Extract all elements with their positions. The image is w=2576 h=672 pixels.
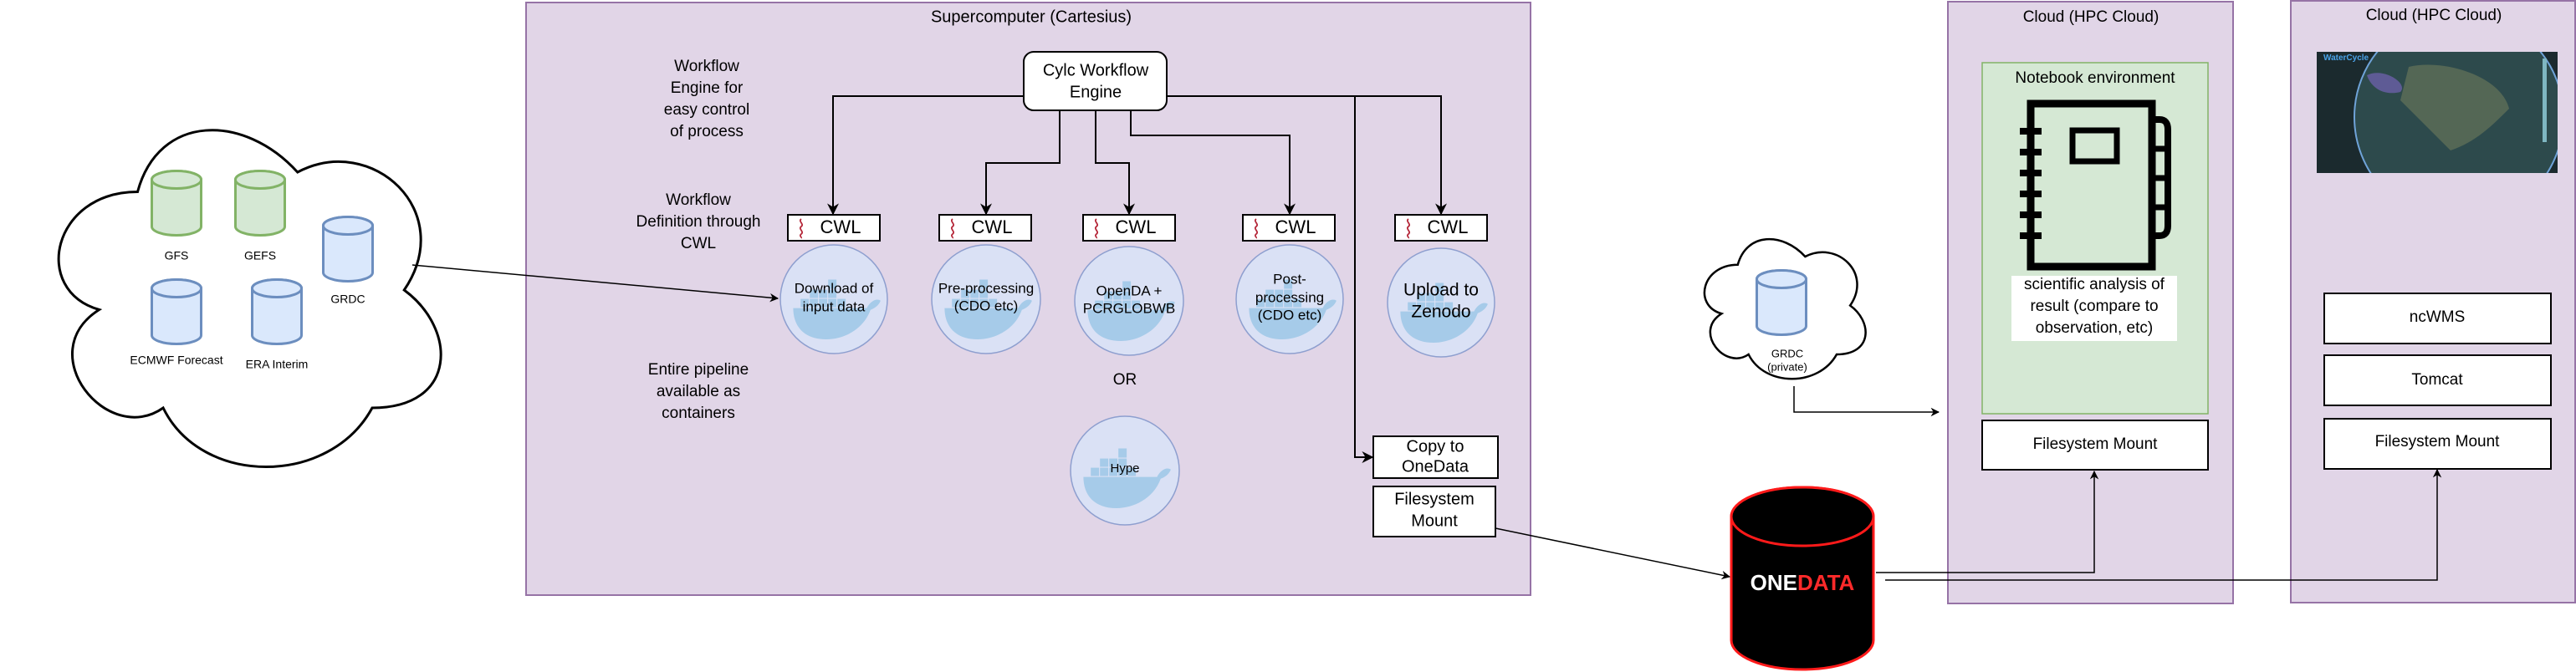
analysis-text: observation, etc) (2036, 319, 2153, 337)
engine-label-line: Engine (1070, 83, 1122, 101)
cwl-label: CWL (972, 216, 1013, 237)
note-line: of process (670, 123, 744, 140)
notebook-environment[interactable] (1981, 62, 2209, 415)
note-line: CWL (681, 235, 716, 252)
private-data-cloud: GRDC (private) (1703, 238, 1867, 380)
step-label: Post- (1273, 271, 1306, 287)
notebook-filesystem-mount-box[interactable]: Filesystem Mount (1981, 420, 2209, 471)
container-hype[interactable]: Hype (1070, 415, 1180, 526)
box-label: Tomcat (2411, 371, 2463, 389)
database-icon-era (251, 278, 303, 345)
cwl-label: CWL (820, 216, 861, 237)
ncwms-box[interactable]: ncWMS (2323, 293, 2552, 344)
box-label: ncWMS (2410, 308, 2466, 326)
step-label: processing (1255, 289, 1324, 305)
step-label: Zenodo (1411, 303, 1470, 322)
dataset-label-grdc: GRDC (330, 293, 365, 306)
box-label: Mount (1411, 512, 1458, 530)
architecture-diagram: GFS GEFS GRDC ECMWF Forecast ERA Interim… (57, 0, 2576, 671)
tomcat-box[interactable]: Tomcat (2323, 354, 2552, 406)
step-label: OpenDA + (1096, 283, 1163, 298)
analysis-text: result (compare to (2030, 298, 2158, 315)
engine-label-line: Cylc Workflow (1043, 61, 1149, 79)
note-line: available as (657, 383, 740, 400)
step-label: Download of (795, 280, 874, 296)
dataset-label: (private) (1767, 360, 1807, 373)
note-line: Engine for (671, 79, 744, 97)
cwl-label: CWL (1275, 216, 1316, 237)
analysis-text: scientific analysis of (2024, 276, 2165, 293)
dataset-label-gfs: GFS (165, 249, 189, 262)
cloud-title: Cloud (HPC Cloud) (2366, 7, 2502, 24)
box-label: Filesystem Mount (2375, 433, 2501, 451)
external-data-cloud: GFS GEFS GRDC ECMWF Forecast ERA Interim (57, 129, 442, 468)
box-label: Copy to (1407, 437, 1464, 456)
cwl-box-download[interactable]: CWL (787, 214, 881, 242)
database-icon-ecmwf (151, 278, 202, 345)
container-model[interactable]: OpenDA + PCRGLOBWB (1074, 246, 1184, 356)
note-line: containers (662, 405, 735, 422)
onedata-logo-part2: DATA (1797, 570, 1855, 595)
note-line: Definition through (636, 213, 761, 231)
copy-to-onedata-box[interactable]: Copy to OneData (1372, 435, 1499, 479)
note-line: easy control (664, 101, 749, 119)
onedata-logo: ONEDATA (1751, 570, 1855, 595)
step-label: Upload to (1403, 281, 1479, 300)
cwl-box-postprocessing[interactable]: CWL (1242, 214, 1336, 242)
cwl-label: CWL (1116, 216, 1157, 237)
container-preprocessing[interactable]: Pre-processing (CDO etc) (931, 244, 1041, 354)
box-label: Filesystem (1394, 490, 1475, 508)
step-label: Pre-processing (938, 280, 1034, 296)
supercomputer-filesystem-mount-box[interactable]: Filesystem Mount (1372, 486, 1496, 537)
onedata-logo-part1: ONE (1751, 570, 1797, 595)
dataset-label-gefs: GEFS (244, 249, 276, 262)
container-postprocessing[interactable]: Post- processing (CDO etc) (1235, 244, 1344, 354)
note-line: Workflow (674, 58, 739, 75)
note-line: Entire pipeline (648, 361, 749, 379)
container-upload[interactable]: Upload to Zenodo (1387, 247, 1495, 358)
cloud-title: Cloud (HPC Cloud) (2023, 8, 2159, 26)
step-label: input data (803, 298, 866, 314)
box-label: Filesystem Mount (2033, 435, 2159, 453)
note-line: Workflow (666, 191, 731, 209)
viewer-filesystem-mount-box[interactable]: Filesystem Mount (2323, 418, 2552, 470)
note-containers: Entire pipeline available as containers (648, 361, 749, 422)
dataset-label: GRDC (1771, 347, 1803, 359)
notebook-env-title: Notebook environment (2015, 69, 2175, 87)
onedata-storage[interactable]: ONEDATA (1730, 486, 1875, 671)
step-label: PCRGLOBWB (1083, 300, 1176, 316)
or-label: OR (1113, 371, 1137, 389)
connector-grdc-private-to-notebook (1793, 386, 1940, 417)
box-label: OneData (1402, 457, 1469, 476)
step-label: (CDO etc) (1258, 307, 1322, 323)
dataset-label-ecmwf: ECMWF Forecast (130, 354, 222, 367)
watercycle-logo: WaterCycle (2323, 53, 2369, 63)
step-label: Hype (1110, 461, 1139, 476)
cwl-box-upload[interactable]: CWL (1394, 214, 1488, 242)
supercomputer-panel: Supercomputer (Cartesius) Workflow Engin… (525, 2, 1531, 596)
step-label: (CDO etc) (954, 298, 1019, 313)
cwl-label: CWL (1428, 216, 1469, 237)
database-icon-grdc (322, 216, 374, 283)
database-icon-gfs (151, 170, 202, 237)
database-icon-gefs (234, 170, 286, 237)
database-icon-grdc-private (1756, 269, 1807, 336)
cloud-viewer-panel: Cloud (HPC Cloud) WaterCycle ncWMS Tomca… (2290, 0, 2576, 603)
supercomputer-title: Supercomputer (Cartesius) (931, 8, 1132, 26)
cwl-box-model[interactable]: CWL (1082, 214, 1176, 242)
dataset-label-era: ERA Interim (246, 358, 309, 371)
cwl-box-preprocessing[interactable]: CWL (938, 214, 1032, 242)
cloud-notebook-panel: Cloud (HPC Cloud) Notebook environment s… (1947, 1, 2234, 604)
cylc-engine-box[interactable]: Cylc Workflow Engine (1023, 51, 1168, 111)
container-download[interactable]: Download of input data (779, 244, 888, 354)
